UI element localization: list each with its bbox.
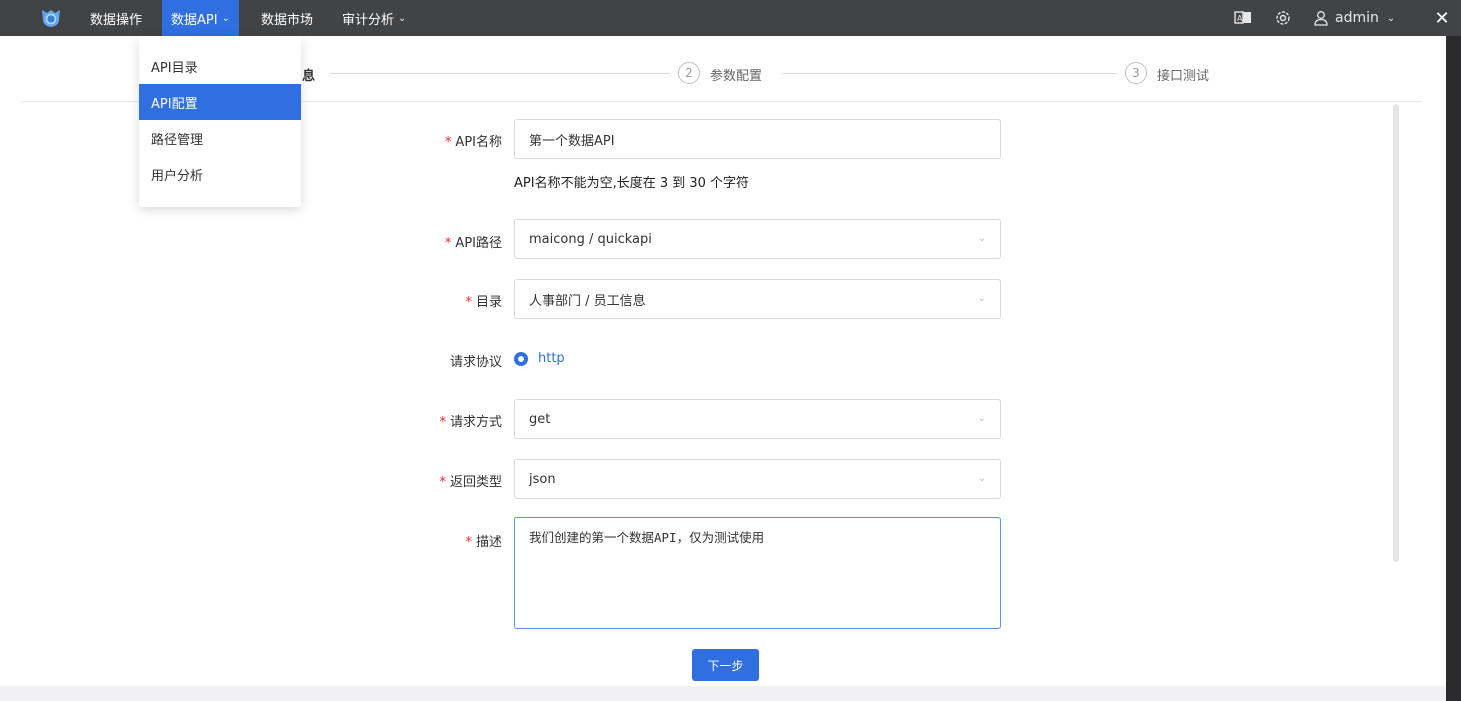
translate-icon[interactable]: A: [1233, 8, 1253, 28]
api-path-label: * API路径: [444, 236, 502, 251]
menu-item-path-management[interactable]: 路径管理: [139, 120, 301, 156]
step-2-number: 2: [678, 62, 700, 84]
protocol-label: 请求协议: [449, 355, 502, 370]
chevron-down-icon: ⌄: [977, 413, 986, 424]
user-menu[interactable]: admin ⌄: [1313, 0, 1395, 36]
required-mark: *: [465, 535, 472, 550]
settings-icon[interactable]: [1273, 8, 1293, 28]
api-path-select[interactable]: maicong / quickapi ⌄: [514, 219, 1001, 259]
chevron-down-icon: ⌄: [977, 233, 986, 244]
protocol-radio-http[interactable]: http: [514, 351, 565, 366]
protocol-value: http: [538, 351, 565, 366]
chevron-down-icon: ⌄: [1386, 12, 1396, 24]
svg-text:A: A: [1237, 14, 1243, 23]
window-bottom-edge: [0, 686, 1446, 701]
logo-icon[interactable]: [38, 6, 64, 30]
nav-data-api[interactable]: 数据API ⌄: [162, 0, 239, 36]
method-select[interactable]: get ⌄: [514, 399, 1001, 439]
step-1-title: 息: [302, 69, 316, 84]
catalog-value: 人事部门 / 员工信息: [529, 293, 646, 309]
chevron-down-icon: ⌄: [221, 12, 230, 24]
data-api-dropdown-menu: API目录 API配置 路径管理 用户分析: [139, 36, 301, 207]
step-2-label: 参数配置: [710, 69, 763, 84]
top-navigation-bar: 数据操作 数据API ⌄ 数据市场 审计分析 ⌄ A admin ⌄ ✕: [0, 0, 1461, 36]
step-connector: [782, 73, 1117, 74]
nav-label: 数据操作: [90, 12, 143, 28]
step-3-number: 3: [1125, 62, 1147, 84]
description-label: * 描述: [465, 535, 502, 550]
api-name-label: * API名称: [444, 135, 502, 150]
next-step-button[interactable]: 下一步: [692, 649, 759, 681]
menu-item-api-config[interactable]: API配置: [139, 84, 301, 120]
step-3-label: 接口测试: [1157, 69, 1210, 84]
api-name-hint: API名称不能为空,长度在 3 到 30 个字符: [514, 176, 750, 191]
required-mark: *: [444, 135, 452, 150]
method-value: get: [529, 411, 551, 427]
nav-data-operation[interactable]: 数据操作: [81, 0, 151, 36]
nav-audit-analysis[interactable]: 审计分析 ⌄: [333, 0, 415, 36]
chevron-down-icon: ⌄: [977, 473, 986, 484]
step-connector: [330, 73, 670, 74]
close-icon[interactable]: ✕: [1430, 6, 1454, 30]
return-type-select[interactable]: json ⌄: [514, 459, 1001, 499]
required-mark: *: [439, 475, 446, 490]
nav-label: 数据API: [171, 12, 218, 28]
window-edge: [1446, 36, 1461, 701]
username: admin: [1335, 10, 1379, 26]
return-type-label: * 返回类型: [439, 475, 502, 490]
menu-item-user-analysis[interactable]: 用户分析: [139, 156, 301, 192]
menu-item-api-catalog[interactable]: API目录: [139, 48, 301, 84]
catalog-select[interactable]: 人事部门 / 员工信息 ⌄: [514, 279, 1001, 319]
method-label: * 请求方式: [439, 415, 502, 430]
chevron-down-icon: ⌄: [398, 12, 407, 24]
api-name-value: 第一个数据API: [529, 133, 615, 149]
api-path-value: maicong / quickapi: [529, 231, 652, 247]
radio-checked-icon: [514, 351, 528, 366]
description-textarea[interactable]: 我们创建的第一个数据API，仅为测试使用: [514, 517, 1001, 629]
catalog-label: * 目录: [465, 295, 502, 310]
required-mark: *: [439, 415, 446, 430]
required-mark: *: [465, 295, 472, 310]
return-type-value: json: [529, 471, 556, 487]
nav-label: 数据市场: [261, 12, 314, 28]
api-name-input[interactable]: 第一个数据API: [514, 119, 1001, 159]
user-icon: [1313, 10, 1329, 26]
nav-data-market[interactable]: 数据市场: [252, 0, 322, 36]
nav-label: 审计分析: [342, 12, 395, 28]
scrollbar-thumb[interactable]: [1393, 104, 1399, 562]
required-mark: *: [444, 236, 452, 251]
chevron-down-icon: ⌄: [977, 293, 986, 304]
